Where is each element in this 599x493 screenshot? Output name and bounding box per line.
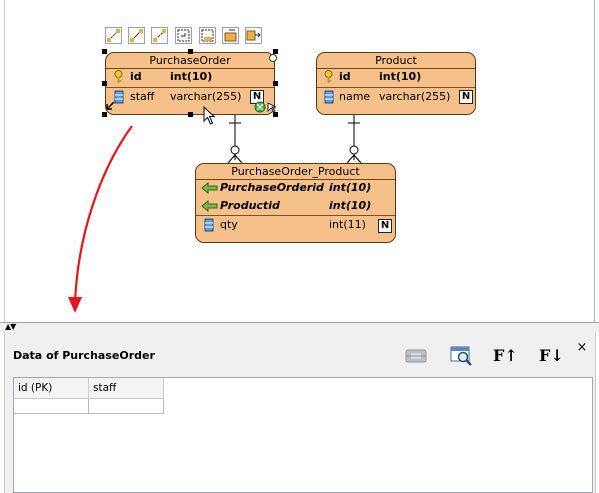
entity-title: Product	[317, 53, 475, 69]
link-icon[interactable]	[254, 101, 266, 116]
foreign-key-icon	[201, 199, 219, 216]
grid-column-header[interactable]: id (PK)	[14, 378, 89, 399]
entity-title: PurchaseOrder	[106, 53, 274, 69]
entity-product[interactable]: Product id int(10) name varchar(255) N	[316, 52, 476, 115]
primary-key-icon	[323, 70, 334, 87]
selection-handle[interactable]	[188, 49, 193, 54]
column-name[interactable]: id	[130, 69, 142, 85]
column-type: int(10)	[170, 70, 213, 83]
column-type: int(10)	[329, 199, 372, 212]
primary-key-icon	[113, 70, 124, 87]
font-decrease-icon[interactable]: F↓	[539, 345, 565, 367]
panel-title: Data of PurchaseOrder	[13, 349, 155, 362]
panel-border	[595, 332, 596, 493]
connector-arrow-icon[interactable]	[106, 100, 115, 113]
column-icon	[324, 90, 334, 107]
entity-title: PurchaseOrder_Product	[196, 164, 395, 180]
nullable-badge: N	[459, 90, 473, 104]
data-grid[interactable]: id (PK) staff	[13, 377, 593, 493]
column-icon	[114, 90, 124, 107]
close-icon[interactable]: ×	[575, 341, 589, 355]
column-icon	[204, 218, 214, 235]
relationship-lines	[68, 115, 362, 313]
column-type: int(11)	[329, 218, 366, 231]
selection-handle[interactable]	[102, 49, 107, 54]
column-name[interactable]: id	[339, 69, 351, 85]
column-type: int(10)	[379, 70, 422, 83]
grid-cell[interactable]	[14, 399, 89, 414]
db-column-icon[interactable]	[403, 345, 429, 367]
column-name[interactable]: qty	[220, 217, 238, 233]
panel-border	[4, 332, 5, 493]
diagram-canvas[interactable]: PurchaseOrder id int(10) staff varchar(2…	[5, 0, 595, 322]
column-name[interactable]: PurchaseOrderid	[220, 180, 324, 196]
column-type: varchar(255)	[170, 90, 242, 103]
mini-toolbar-one-to-many-icon[interactable]	[128, 27, 145, 44]
canvas-right-border	[594, 0, 595, 322]
splitter-collapse-icon[interactable]: ▲▼	[5, 322, 16, 331]
mini-toolbar-one-to-one-icon[interactable]	[105, 27, 122, 44]
resize-corner-icon[interactable]	[267, 102, 278, 116]
foreign-key-icon	[201, 181, 219, 198]
nullable-badge: N	[378, 219, 392, 233]
selection-handle[interactable]	[273, 49, 278, 54]
column-name[interactable]: name	[339, 89, 370, 105]
panel-splitter[interactable]: ▲▼	[0, 322, 599, 332]
selection-handle[interactable]	[102, 81, 107, 86]
resize-icon[interactable]	[269, 54, 277, 62]
grid-cell[interactable]	[89, 399, 164, 414]
font-increase-icon[interactable]: F↑	[493, 345, 519, 367]
mini-toolbar-arrow-icon[interactable]	[245, 27, 262, 44]
column-name[interactable]: Productid	[220, 198, 280, 214]
column-type: int(10)	[329, 181, 372, 194]
annotation-arrow	[73, 125, 133, 303]
mini-toolbar-subview-icon[interactable]	[199, 27, 216, 44]
entity-purchaseorder-product[interactable]: PurchaseOrder_Product PurchaseOrderid in…	[195, 163, 396, 243]
mini-toolbar-many-to-many-icon[interactable]	[151, 27, 168, 44]
zoom-search-icon[interactable]	[449, 345, 475, 367]
selection-handle[interactable]	[273, 81, 278, 86]
selection-handle[interactable]	[188, 112, 193, 117]
mini-toolbar-view-icon[interactable]	[175, 27, 192, 44]
column-type: varchar(255)	[379, 90, 451, 103]
grid-column-header[interactable]: staff	[89, 378, 164, 399]
mini-toolbar-entity-icon[interactable]	[222, 27, 239, 44]
column-name[interactable]: staff	[130, 89, 154, 105]
mouse-cursor-icon	[203, 105, 216, 128]
canvas-left-border	[4, 0, 5, 322]
entity-purchaseorder[interactable]: PurchaseOrder id int(10) staff varchar(2…	[105, 52, 277, 115]
